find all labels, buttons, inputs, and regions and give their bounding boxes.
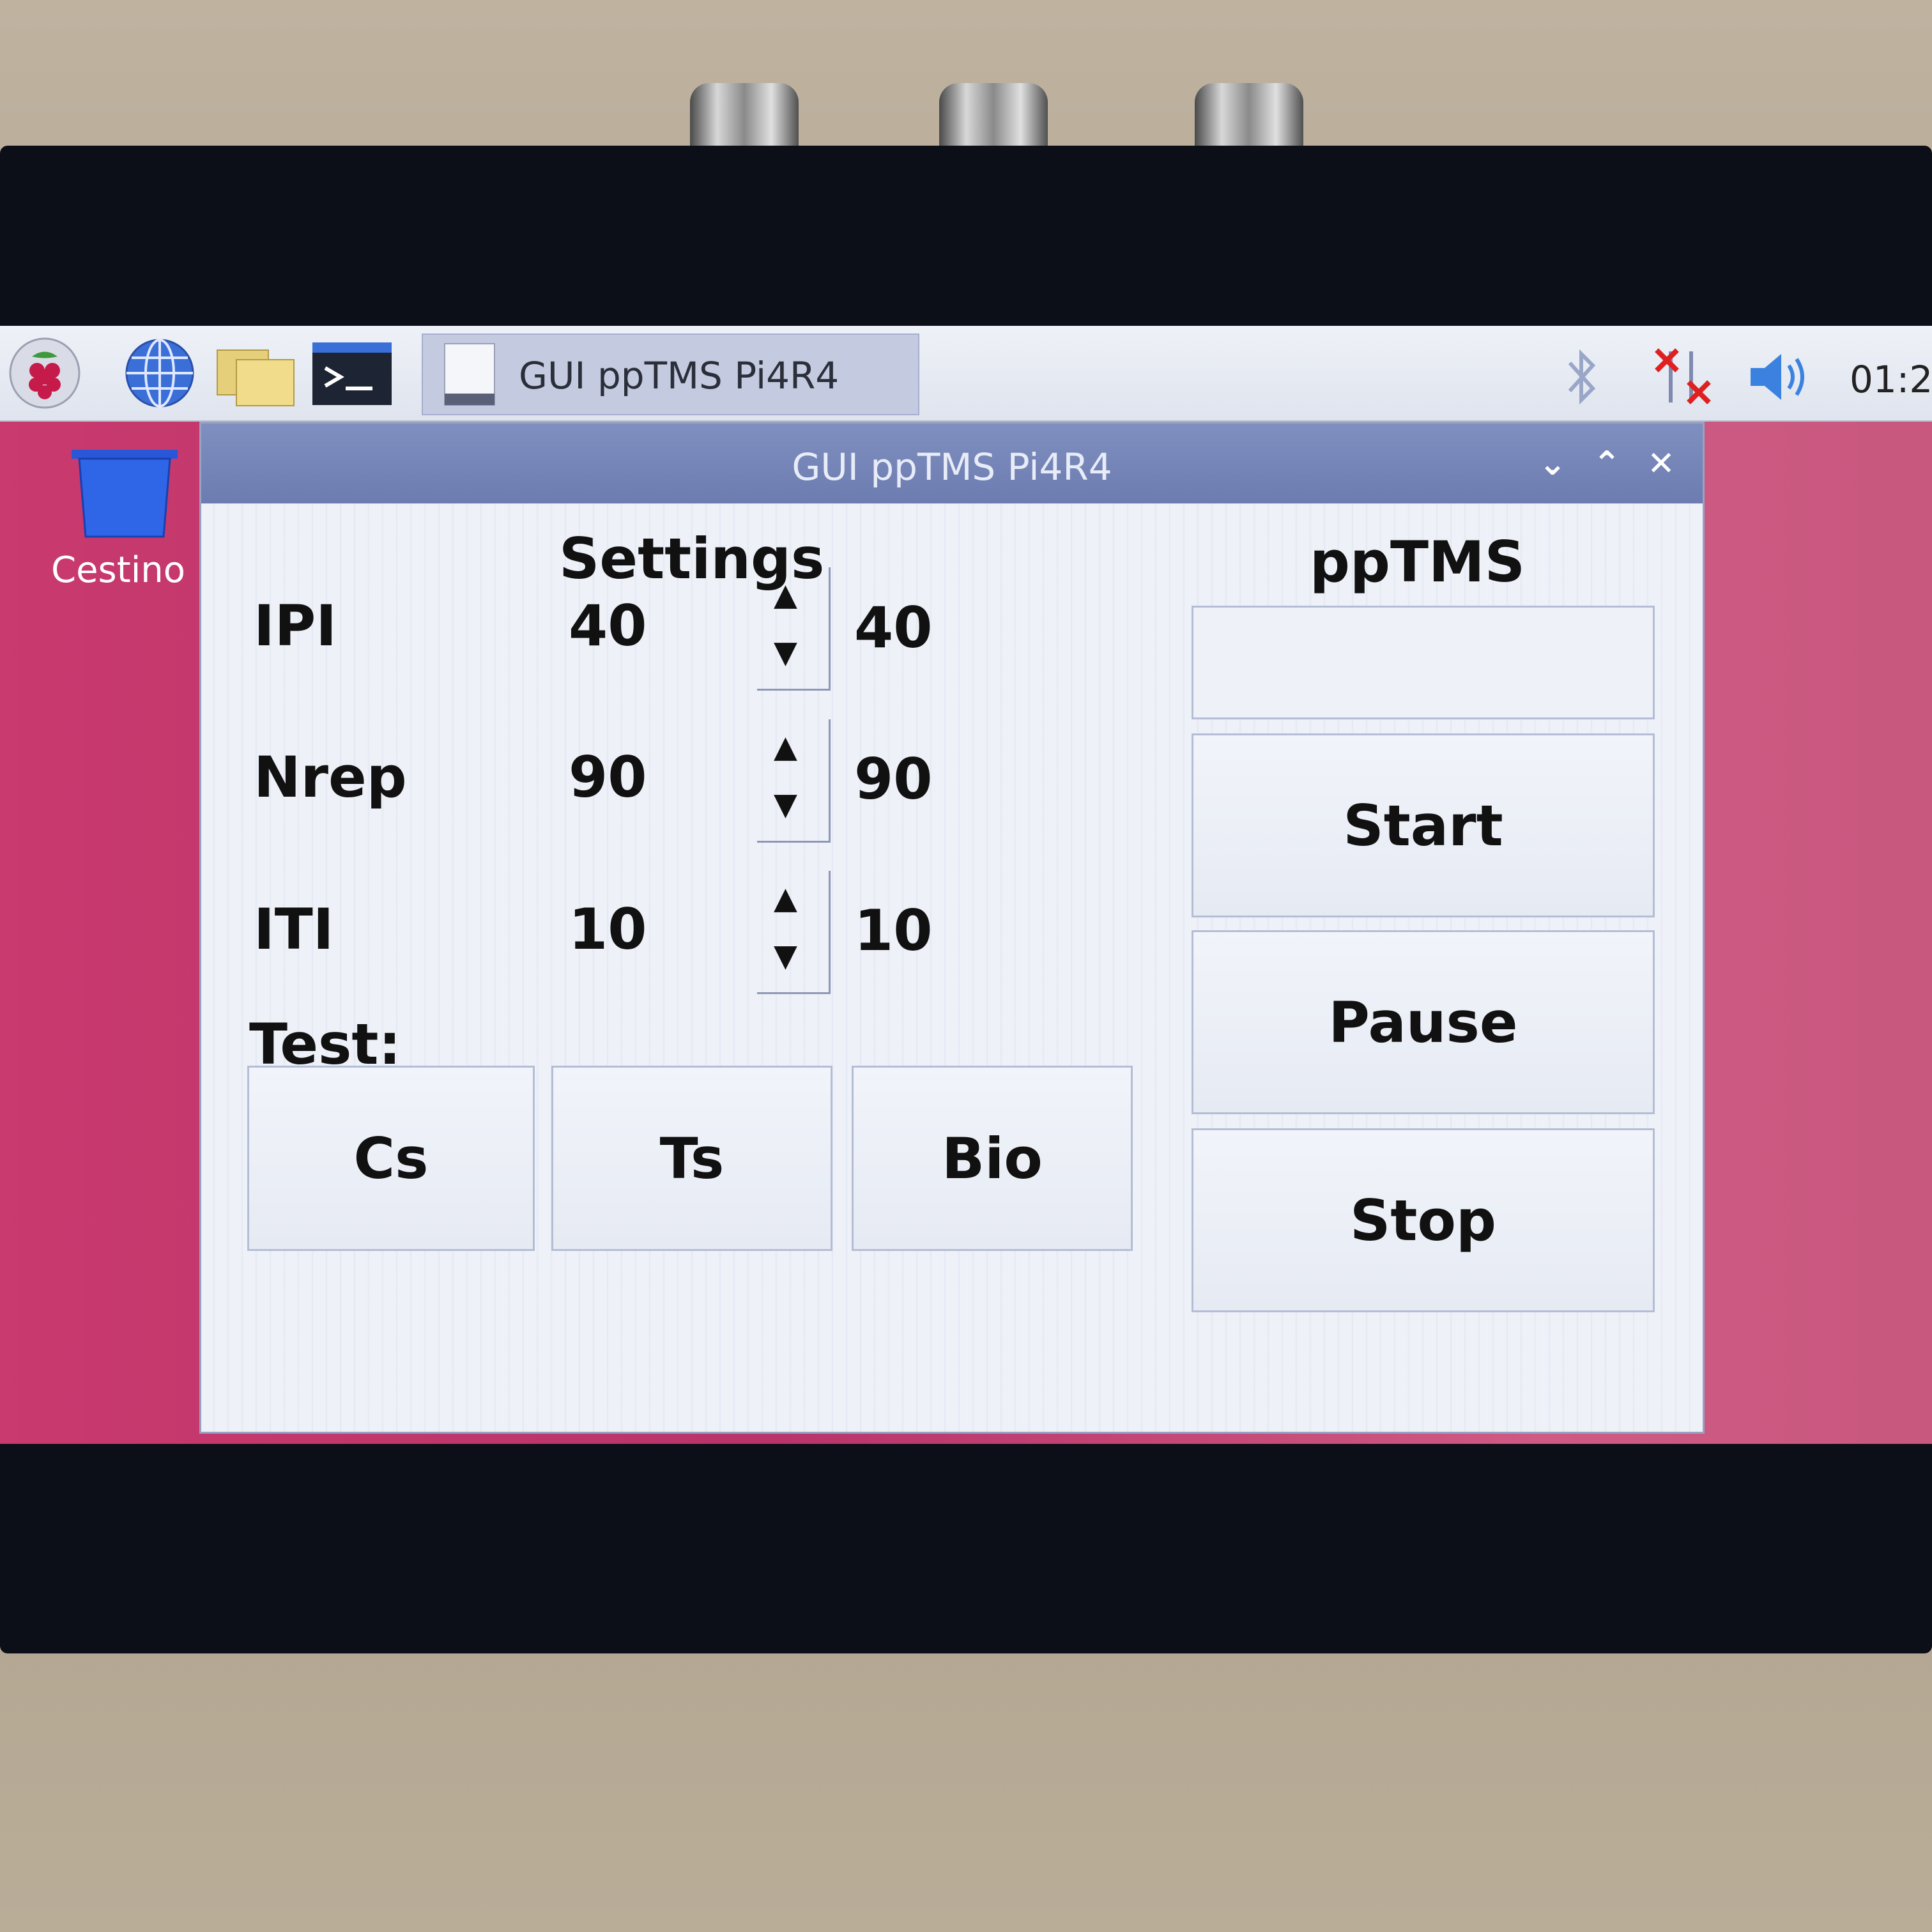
taskbar-window-label: GUI ppTMS Pi4R4 <box>519 354 839 397</box>
window-content: Settings IPI 40 ▲ ▼ 40 Nrep 90 ▲ ▼ 90 IT… <box>201 503 1703 1432</box>
ipi-decrement-icon[interactable]: ▼ <box>774 634 797 670</box>
test-ts-button[interactable]: Ts <box>551 1066 832 1251</box>
bnc-connector-3 <box>1195 83 1303 153</box>
bluetooth-icon[interactable] <box>1556 345 1607 411</box>
test-bio-button[interactable]: Bio <box>852 1066 1133 1251</box>
ipi-display-value: 40 <box>854 595 933 661</box>
taskbar: GUI ppTMS Pi4R4 01:22 <box>0 326 1932 422</box>
raspberry-menu-icon[interactable] <box>6 337 83 409</box>
start-button[interactable]: Start <box>1192 733 1655 917</box>
ipi-spinbox-buttons[interactable]: ▲ ▼ <box>757 567 831 691</box>
nrep-spinbox-buttons[interactable]: ▲ ▼ <box>757 719 831 843</box>
file-manager-icon[interactable] <box>214 337 295 409</box>
test-cs-button[interactable]: Cs <box>247 1066 535 1251</box>
nrep-decrement-icon[interactable]: ▼ <box>774 786 797 822</box>
ipi-label: IPI <box>254 593 337 659</box>
window-title: GUI ppTMS Pi4R4 <box>792 445 1112 489</box>
app-window: GUI ppTMS Pi4R4 ⌄ ⌃ ✕ Settings IPI 40 ▲ … <box>199 422 1705 1434</box>
ipi-increment-icon[interactable]: ▲ <box>774 577 797 613</box>
terminal-icon[interactable] <box>311 337 392 409</box>
nrep-label: Nrep <box>254 744 407 810</box>
status-display <box>1192 606 1655 719</box>
web-browser-icon[interactable] <box>121 337 198 409</box>
bnc-connector-1 <box>690 83 799 153</box>
minimize-icon[interactable]: ⌄ <box>1530 441 1575 486</box>
iti-decrement-icon[interactable]: ▼ <box>774 938 797 974</box>
pptms-heading: ppTMS <box>1310 529 1525 595</box>
volume-icon[interactable] <box>1744 345 1814 411</box>
clock[interactable]: 01:22 <box>1850 358 1932 401</box>
stop-button[interactable]: Stop <box>1192 1128 1655 1312</box>
iti-spinbox-buttons[interactable]: ▲ ▼ <box>757 871 831 994</box>
maximize-icon[interactable]: ⌃ <box>1584 441 1629 486</box>
bnc-connector-2 <box>939 83 1048 153</box>
ipi-spinbox-value[interactable]: 40 <box>569 593 647 659</box>
network-disconnected-icon[interactable] <box>1652 345 1715 411</box>
close-icon[interactable]: ✕ <box>1639 441 1683 486</box>
window-icon <box>444 343 495 406</box>
nrep-increment-icon[interactable]: ▲ <box>774 729 797 765</box>
iti-label: ITI <box>254 896 334 962</box>
iti-increment-icon[interactable]: ▲ <box>774 880 797 916</box>
desktop: GUI ppTMS Pi4R4 01:22 <box>0 326 1932 1444</box>
iti-display-value: 10 <box>854 898 933 963</box>
trash-label: Cestino <box>51 549 185 591</box>
pause-button[interactable]: Pause <box>1192 930 1655 1114</box>
trash-icon[interactable] <box>70 447 179 540</box>
window-titlebar[interactable]: GUI ppTMS Pi4R4 ⌄ ⌃ ✕ <box>201 424 1703 503</box>
nrep-display-value: 90 <box>854 746 933 812</box>
iti-spinbox-value[interactable]: 10 <box>569 896 647 962</box>
nrep-spinbox-value[interactable]: 90 <box>569 744 647 810</box>
taskbar-window-button[interactable]: GUI ppTMS Pi4R4 <box>422 334 919 415</box>
